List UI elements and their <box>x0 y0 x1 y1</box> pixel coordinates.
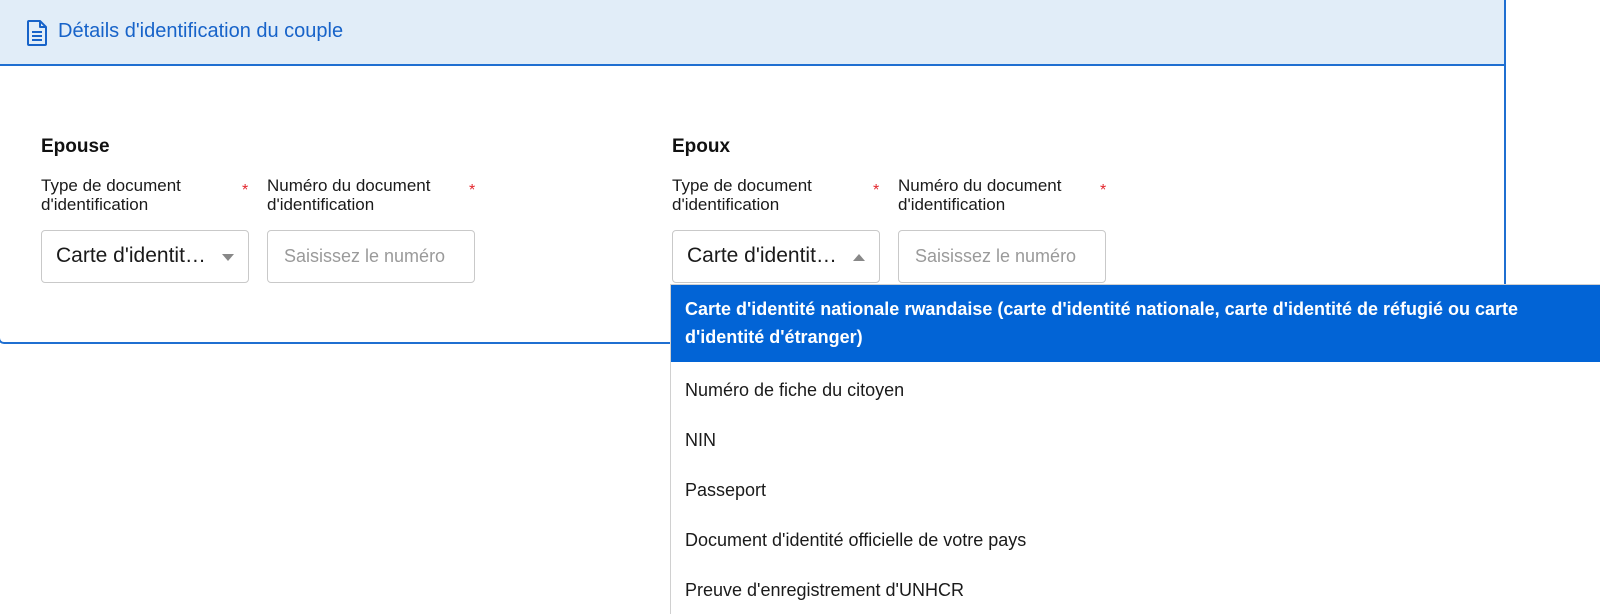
husband-doc-type-select[interactable]: Carte d'identité nationale rwandaise <box>672 230 880 283</box>
wife-doc-type-required: * <box>242 182 249 199</box>
dropdown-option[interactable]: Document d'identité officielle de votre … <box>671 526 1600 554</box>
wife-section-title: Epouse <box>41 136 110 157</box>
card-header: Détails d'identification du couple <box>0 0 1504 66</box>
husband-doc-type-label: Type de document d'identification <box>672 176 812 214</box>
wife-doc-type-label: Type de document d'identification <box>41 176 181 214</box>
wife-doc-type-select[interactable]: Carte d'identité nationale rwandaise <box>41 230 249 283</box>
chevron-up-icon <box>853 254 865 261</box>
wife-doc-number-required: * <box>469 182 476 199</box>
document-icon <box>27 20 47 46</box>
chevron-down-icon <box>222 254 234 261</box>
husband-doc-number-input[interactable] <box>898 230 1106 283</box>
dropdown-option[interactable]: Passeport <box>671 476 1600 504</box>
husband-doc-number-required: * <box>1100 182 1107 199</box>
dropdown-option[interactable]: Carte d'identité nationale rwandaise (ca… <box>671 285 1600 362</box>
husband-doc-type-required: * <box>873 182 880 199</box>
dropdown-option[interactable]: Numéro de fiche du citoyen <box>671 376 1600 404</box>
husband-doc-type-value: Carte d'identité nationale rwandaise <box>687 244 837 267</box>
husband-section-title: Epoux <box>672 136 731 157</box>
husband-doc-number-label: Numéro du document d'identification <box>898 176 1062 214</box>
doc-type-dropdown-list: Carte d'identité nationale rwandaise (ca… <box>670 284 1600 614</box>
card-title: Détails d'identification du couple <box>58 20 344 42</box>
wife-doc-number-label: Numéro du document d'identification <box>267 176 431 214</box>
dropdown-option[interactable]: NIN <box>671 426 1600 454</box>
wife-doc-number-input[interactable] <box>267 230 475 283</box>
wife-doc-type-value: Carte d'identité nationale rwandaise <box>56 244 206 267</box>
dropdown-option[interactable]: Preuve d'enregistrement d'UNHCR <box>671 576 1600 604</box>
